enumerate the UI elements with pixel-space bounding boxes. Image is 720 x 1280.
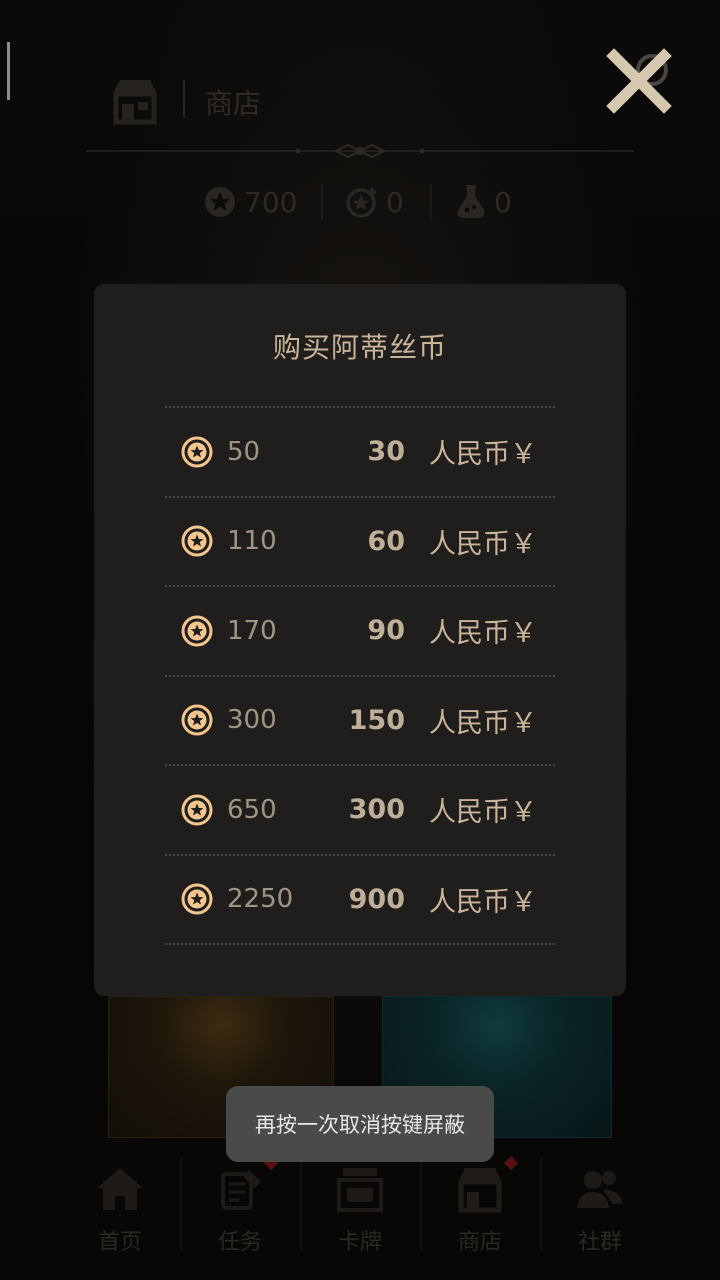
currency-unit: 人民币￥ [429,886,537,918]
purchase-option-170[interactable]: 170 90 人民币￥ [165,585,555,675]
nav-label: 社群 [577,1230,622,1255]
star-coin-icon [181,883,213,915]
purchase-option-110[interactable]: 110 60 人民币￥ [165,495,555,586]
currency-coins: 700 [204,176,297,228]
star-coin-icon [181,525,213,557]
potion-icon [457,185,485,218]
currency-divider [430,184,432,220]
purchase-option-650[interactable]: 650 300 人民币￥ [165,764,555,854]
toast-message: 再按一次取消按键屏蔽 [226,1086,494,1162]
currency-star-plus: 0 [346,176,404,228]
nav-label: 商店 [457,1230,502,1255]
nav-home[interactable]: 首页 [60,1150,180,1260]
shop-icon [113,80,157,125]
quest-scroll-icon [221,1170,261,1210]
home-icon [97,1168,143,1210]
coin-amount: 2250 [227,884,294,915]
page-title: 商店 [205,87,262,120]
currency-unit: 人民币￥ [429,618,537,650]
coin-amount: 300 [227,705,277,736]
star-coin-icon [181,615,213,647]
currency-potion: 0 [456,176,512,228]
nav-shop[interactable]: 商店 [420,1150,540,1260]
price-value: 30 [367,436,405,468]
header-divider [183,80,185,118]
coin-amount: 110 [227,526,277,557]
currency-unit: 人民币￥ [429,528,537,560]
price-value: 300 [348,794,405,826]
nav-cards[interactable]: 卡牌 [300,1150,420,1260]
price-value: 60 [367,525,405,557]
price-value: 900 [348,883,405,915]
shop-icon [458,1168,502,1213]
star-coin-icon [205,187,235,217]
star-plus-balance: 0 [386,185,404,219]
currency-unit: 人民币￥ [429,797,537,829]
community-icon [577,1171,623,1208]
purchase-options-list: 50 30 人民币￥ 110 60 人民币￥ 170 90 人民币￥ 300 1… [165,406,555,945]
nav-label: 首页 [97,1230,142,1255]
purchase-option-300[interactable]: 300 150 人民币￥ [165,674,555,765]
price-value: 150 [348,704,405,736]
nav-tasks[interactable]: 任务 [180,1150,300,1260]
purchase-option-2250[interactable]: 2250 900 人民币￥ [165,853,555,945]
cards-icon [337,1168,383,1212]
purchase-option-50[interactable]: 50 30 人民币￥ [165,406,555,496]
price-value: 90 [367,615,405,647]
nav-label: 任务 [217,1230,262,1255]
header-ornament [86,143,634,159]
potion-balance: 0 [494,185,512,219]
star-coin-icon [181,794,213,826]
star-plus-icon [346,188,376,218]
coin-amount: 170 [227,615,277,646]
close-icon[interactable] [606,48,672,114]
dialog-title: 购买阿蒂丝币 [272,331,447,364]
bottom-nav: 首页 任务 卡牌 商店 社群 [60,1150,660,1260]
currency-unit: 人民币￥ [429,439,537,471]
star-coin-icon [181,704,213,736]
coin-amount: 50 [227,436,261,467]
purchase-dialog: 购买阿蒂丝币 50 30 人民币￥ 110 60 人民币￥ 170 90 人民币… [94,284,626,996]
coin-balance: 700 [244,185,298,219]
nav-label: 卡牌 [337,1230,382,1255]
currency-divider [321,184,323,220]
coin-amount: 650 [227,794,277,825]
currency-unit: 人民币￥ [429,707,537,739]
star-coin-icon [181,436,213,468]
nav-community[interactable]: 社群 [540,1150,660,1260]
currency-bar: 700 0 0 [0,176,720,228]
